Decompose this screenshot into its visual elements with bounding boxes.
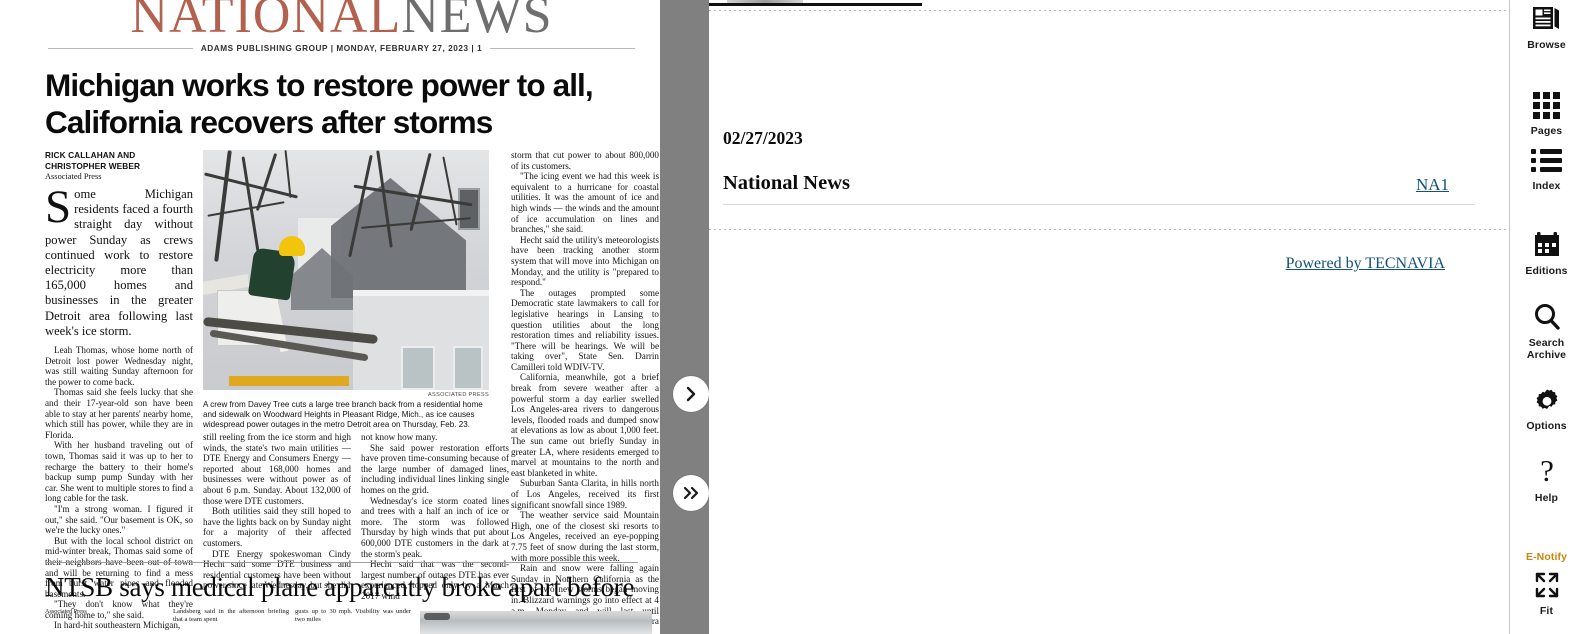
toolbar-label-browse: Browse	[1527, 39, 1566, 51]
article-photo-block: ASSOCIATED PRESS A crew from Davey Tree …	[203, 150, 489, 437]
left-gutter	[0, 0, 23, 634]
search-label-line2: Archive	[1526, 349, 1567, 361]
paragraph: Both utilities said they still hoped to …	[203, 506, 351, 548]
edition-date: 02/27/2023	[723, 128, 803, 148]
toolbar-item-index[interactable]: Index	[1510, 143, 1583, 192]
chevron-right-icon	[686, 386, 696, 402]
next-page-button[interactable]	[673, 376, 709, 412]
newspaper-page[interactable]: NATIONALNEWS ADAMS PUBLISHING GROUP | MO…	[23, 0, 660, 634]
right-toolbar: Browse Pages Index Editions Search Archi…	[1509, 0, 1583, 634]
photo-caption: A crew from Davey Tree cuts a large tree…	[203, 400, 483, 429]
photo-window	[401, 346, 435, 390]
paragraph: "The icing event we had this week is equ…	[511, 171, 659, 235]
section-listing-row[interactable]: National News NA1	[723, 172, 1475, 205]
toolbar-item-options[interactable]: Options	[1510, 383, 1583, 432]
dotted-separator-mid	[709, 229, 1583, 230]
toolbar-item-enotify[interactable]: E-Notify	[1510, 548, 1583, 563]
column-2: still reeling from the ice storm and hig…	[203, 432, 351, 591]
gear-icon	[1532, 383, 1562, 417]
photo-credit: ASSOCIATED PRESS	[428, 392, 489, 398]
photo-hard-hat	[279, 236, 305, 256]
search-icon	[1531, 300, 1563, 334]
toolbar-label-editions: Editions	[1525, 265, 1568, 277]
rule-right	[490, 48, 636, 49]
article-columns: RICK CALLAHAN AND CHRISTOPHER WEBER Asso…	[45, 150, 659, 634]
masthead-rule: ADAMS PUBLISHING GROUP | MONDAY, FEBRUAR…	[48, 44, 636, 53]
section-divider	[45, 562, 638, 563]
toolbar-label-search-archive: Search Archive	[1527, 337, 1566, 361]
masthead-national: NATIONAL	[130, 0, 402, 44]
rule-left	[48, 48, 193, 49]
masthead-news: NEWS	[401, 0, 553, 44]
photo-icy-branches	[348, 150, 489, 270]
paragraph: Leah Thomas, whose home north of Detroit…	[45, 345, 193, 387]
masthead: NATIONALNEWS	[45, 0, 638, 42]
toolbar-item-editions[interactable]: Editions	[1510, 228, 1583, 277]
section-name: National News	[723, 172, 850, 194]
page-thumbnail-stub[interactable]	[709, 0, 922, 6]
chevron-double-right-icon	[683, 486, 699, 500]
toolbar-label-pages: Pages	[1530, 125, 1563, 137]
reader-app: NATIONALNEWS ADAMS PUBLISHING GROUP | MO…	[0, 0, 1583, 634]
skip-forward-button[interactable]	[673, 475, 709, 511]
byline-org: Associated Press	[45, 172, 102, 181]
column-2-body: still reeling from the ice storm and hig…	[203, 432, 351, 591]
paragraph: not know how many.	[361, 432, 438, 442]
publisher-line: ADAMS PUBLISHING GROUP | MONDAY, FEBRUAR…	[200, 44, 483, 53]
powered-by-link[interactable]: Powered by TECNAVIA	[1286, 255, 1445, 273]
photo-window	[453, 346, 483, 390]
calendar-icon	[1532, 228, 1562, 262]
paragraph: Thomas said she feels lucky that she and…	[45, 387, 193, 440]
paragraph: Hecht said the utility's meteorologists …	[511, 234, 659, 288]
paragraph: "I'm a strong woman. I figured it out," …	[45, 503, 193, 536]
question-mark-icon: ?	[1534, 455, 1560, 489]
paragraph: Suburban Santa Clarita, in hills north o…	[511, 478, 659, 510]
browse-icon	[1532, 2, 1562, 36]
paragraph: still reeling from the ice storm and hig…	[203, 432, 351, 506]
footer-paragraph: gusts up to 30 mph. Visibility was under…	[295, 608, 411, 623]
toolbar-label-options: Options	[1526, 420, 1567, 432]
toolbar-label-help: Help	[1534, 492, 1559, 504]
dotted-separator-top	[709, 10, 1583, 11]
photo-truck-boom	[229, 376, 349, 386]
paragraph: She said power restoration efforts have …	[361, 442, 509, 495]
toolbar-label-index: Index	[1532, 180, 1561, 192]
column-1: RICK CALLAHAN AND CHRISTOPHER WEBER Asso…	[45, 150, 193, 631]
index-list-icon	[1531, 143, 1562, 177]
toolbar-label-fit: Fit	[1539, 605, 1554, 617]
page-nav-strip	[660, 0, 709, 634]
toolbar-label-enotify: E-Notify	[1525, 551, 1568, 563]
toolbar-item-browse[interactable]: Browse	[1510, 2, 1583, 51]
section-page-link[interactable]: NA1	[1416, 175, 1449, 195]
footer-paragraph: Landsberg said in the afternoon briefing…	[173, 608, 289, 623]
footer-byline-org: Associated Press	[45, 608, 87, 615]
toolbar-item-fit[interactable]: Fit	[1510, 568, 1583, 617]
paragraph: Wednesday's ice storm coated lines and t…	[361, 495, 509, 559]
footer-photo	[420, 611, 652, 634]
svg-text:?: ?	[1540, 455, 1554, 488]
thumbnail-underline	[709, 3, 922, 6]
fit-expand-icon	[1532, 568, 1562, 602]
toolbar-item-help[interactable]: ? Help	[1510, 455, 1583, 504]
secondary-headline: NTSB says medical plane apparently broke…	[45, 572, 635, 602]
paragraph: California, meanwhile, got a brief break…	[511, 372, 659, 478]
paragraph: storm that cut power to about 800,000 of…	[511, 150, 659, 171]
article-photo	[203, 150, 489, 390]
lede-paragraph: Some Michigan residents faced a fourth s…	[45, 181, 193, 338]
paragraph: The outages prompted some Democratic sta…	[511, 287, 659, 372]
byline: RICK CALLAHAN AND CHRISTOPHER WEBER	[45, 150, 141, 171]
pages-grid-icon	[1533, 88, 1560, 122]
footer-columns: Associated Press Landsberg said in the a…	[45, 608, 652, 634]
index-panel: 02/27/2023 National News NA1 Powered by …	[709, 0, 1583, 634]
toolbar-item-search-archive[interactable]: Search Archive	[1510, 300, 1583, 361]
toolbar-item-pages[interactable]: Pages	[1510, 88, 1583, 137]
page-headline: Michigan works to restore power to all, …	[45, 67, 594, 140]
paragraph: The weather service said Mountain High, …	[511, 510, 659, 563]
search-label-line1: Search	[1528, 337, 1565, 349]
paragraph: With her husband traveling out of town, …	[45, 440, 193, 504]
